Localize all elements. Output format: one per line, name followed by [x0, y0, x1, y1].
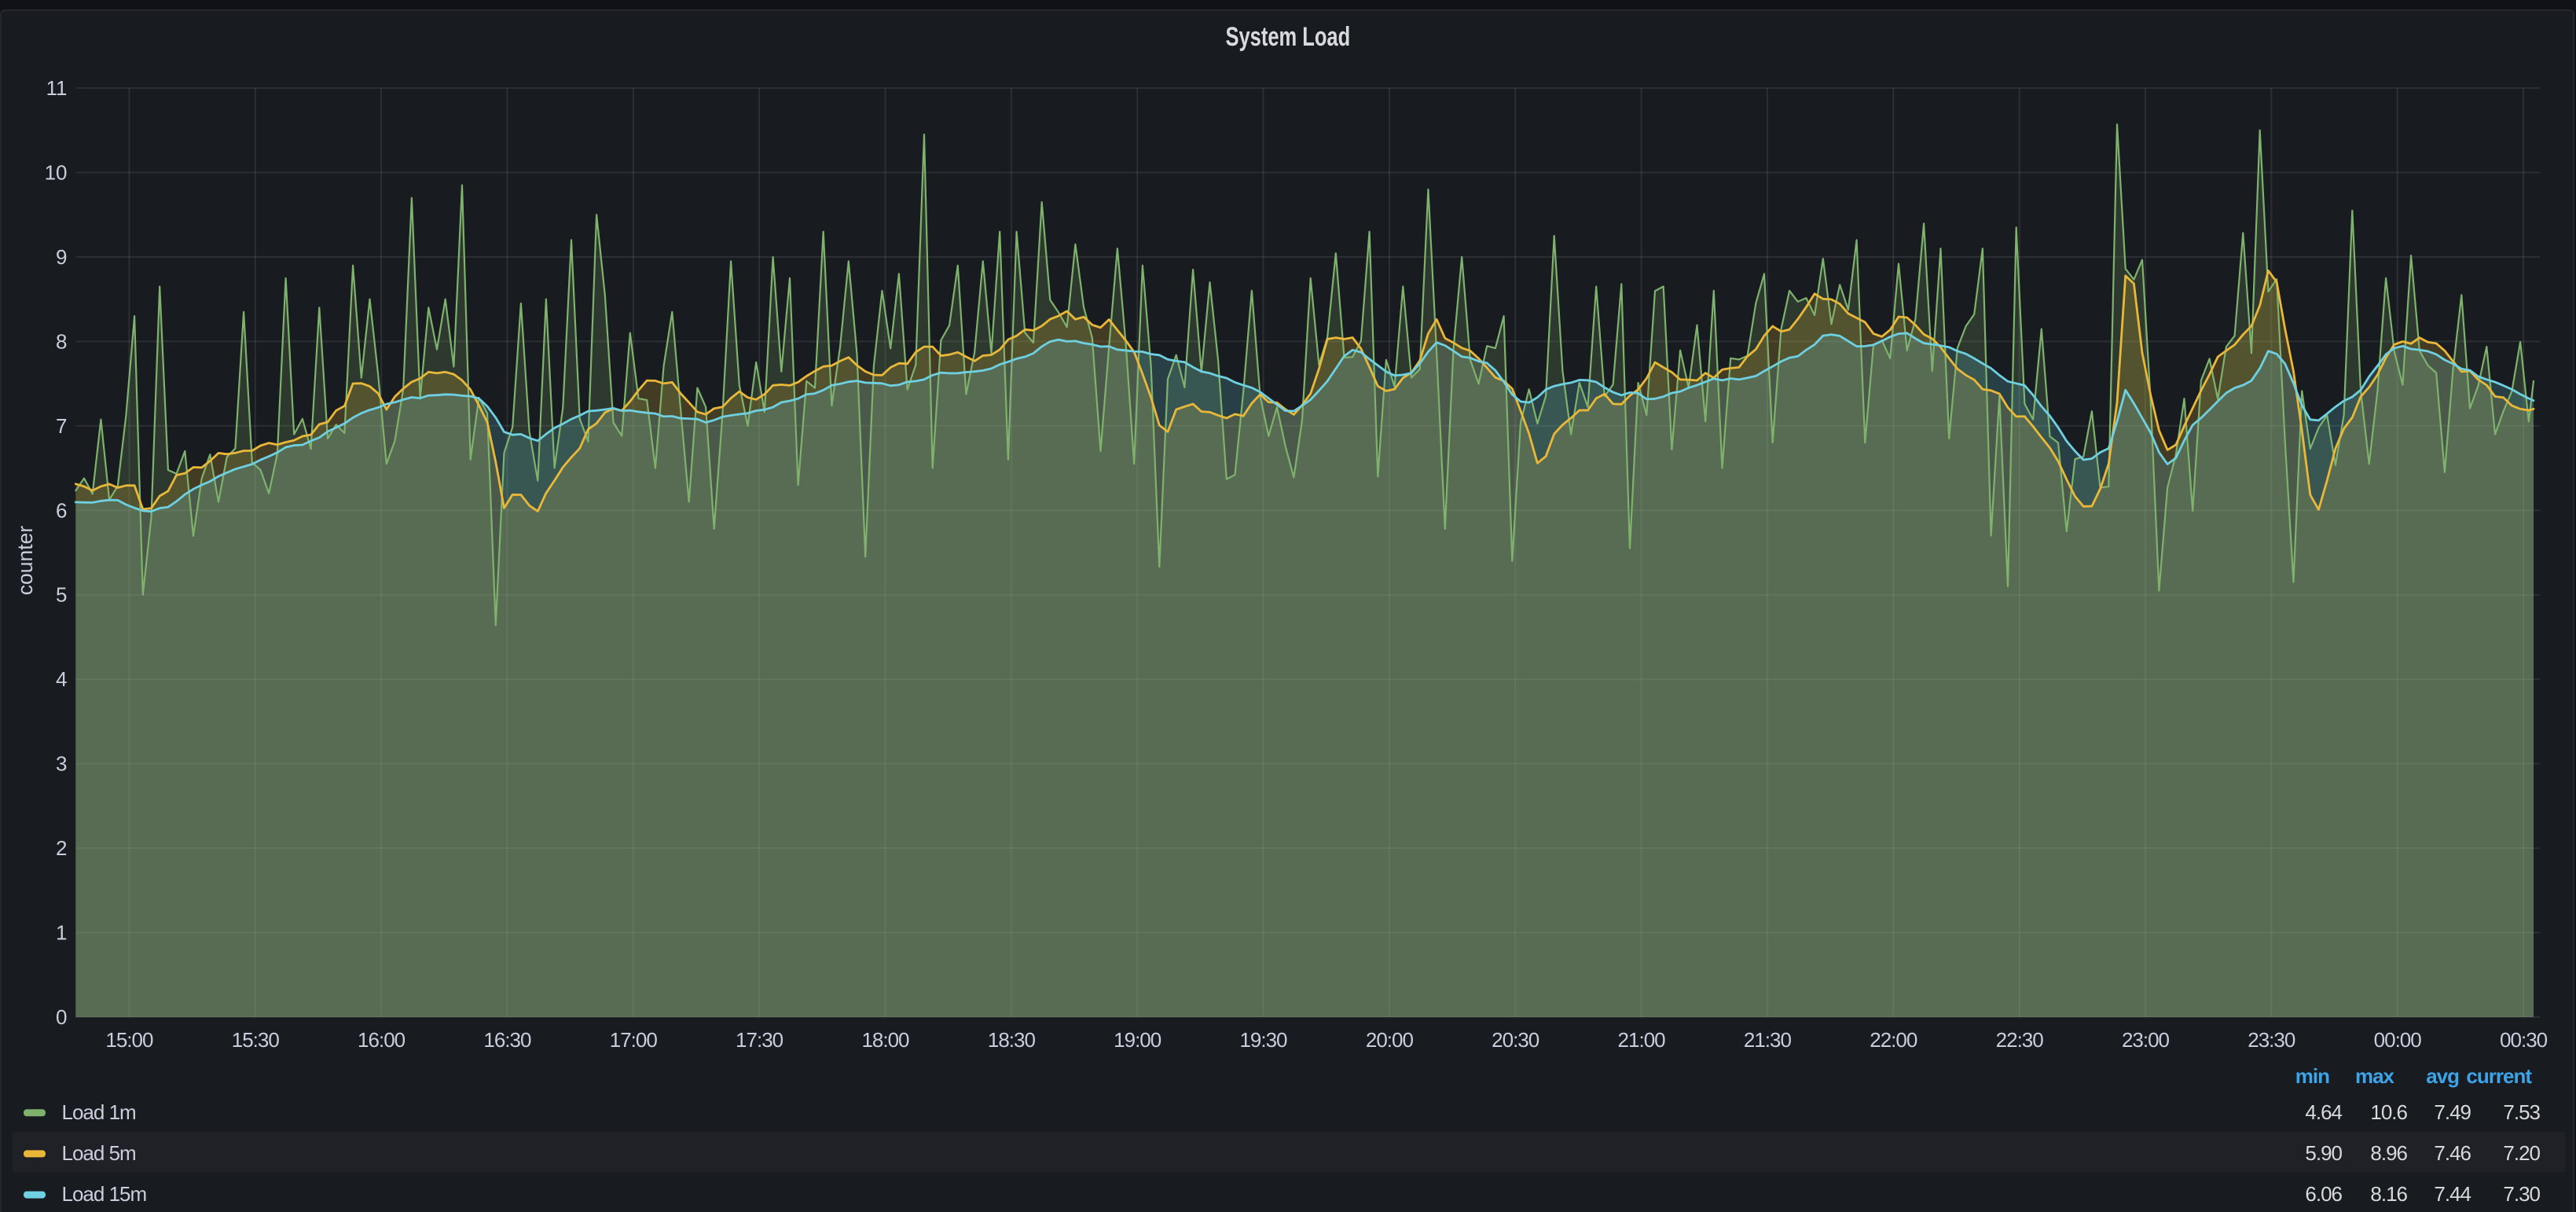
svg-text:min: min	[2295, 1064, 2329, 1088]
svg-text:00:00: 00:00	[2374, 1028, 2422, 1052]
svg-text:22:00: 22:00	[1870, 1028, 1917, 1052]
svg-text:max: max	[2355, 1064, 2395, 1088]
svg-text:0: 0	[56, 1005, 67, 1029]
svg-text:15:30: 15:30	[232, 1028, 280, 1052]
svg-text:23:30: 23:30	[2248, 1028, 2295, 1052]
svg-text:10.6: 10.6	[2370, 1100, 2407, 1124]
svg-text:6.06: 6.06	[2305, 1182, 2342, 1206]
svg-text:7.46: 7.46	[2434, 1141, 2471, 1165]
svg-text:7.44: 7.44	[2434, 1182, 2471, 1206]
svg-text:20:30: 20:30	[1492, 1028, 1539, 1052]
svg-text:7.30: 7.30	[2503, 1182, 2540, 1206]
svg-text:11: 11	[46, 76, 68, 100]
svg-text:3: 3	[56, 752, 67, 776]
svg-text:counter: counter	[13, 526, 37, 596]
svg-text:8: 8	[56, 329, 67, 353]
svg-text:21:00: 21:00	[1618, 1028, 1666, 1052]
svg-text:Load 5m: Load 5m	[62, 1141, 136, 1165]
svg-text:8.96: 8.96	[2370, 1141, 2407, 1165]
svg-text:7.49: 7.49	[2434, 1100, 2471, 1124]
svg-text:22:30: 22:30	[1996, 1028, 2044, 1052]
svg-text:19:00: 19:00	[1114, 1028, 1161, 1052]
svg-text:8.16: 8.16	[2370, 1182, 2407, 1206]
svg-text:4: 4	[56, 667, 67, 691]
svg-text:21:30: 21:30	[1744, 1028, 1792, 1052]
svg-text:avg: avg	[2426, 1064, 2459, 1088]
svg-text:Load 1m: Load 1m	[62, 1100, 136, 1124]
svg-text:5.90: 5.90	[2305, 1141, 2342, 1165]
svg-text:7: 7	[56, 414, 67, 438]
svg-text:18:30: 18:30	[988, 1028, 1036, 1052]
svg-text:15:00: 15:00	[105, 1028, 153, 1052]
svg-text:16:30: 16:30	[483, 1028, 531, 1052]
svg-text:19:30: 19:30	[1239, 1028, 1287, 1052]
svg-text:7.20: 7.20	[2503, 1141, 2540, 1165]
svg-text:9: 9	[56, 245, 67, 269]
svg-text:18:00: 18:00	[861, 1028, 909, 1052]
svg-text:1: 1	[56, 921, 67, 945]
svg-text:4.64: 4.64	[2305, 1100, 2342, 1124]
svg-text:10: 10	[45, 161, 68, 185]
svg-text:2: 2	[56, 836, 67, 860]
svg-text:16:00: 16:00	[358, 1028, 405, 1052]
svg-text:current: current	[2466, 1064, 2532, 1088]
svg-text:17:00: 17:00	[610, 1028, 658, 1052]
svg-text:5: 5	[56, 583, 67, 607]
svg-text:Load 15m: Load 15m	[62, 1182, 147, 1206]
svg-text:6: 6	[56, 498, 67, 522]
svg-text:7.53: 7.53	[2503, 1100, 2540, 1124]
svg-text:00:30: 00:30	[2500, 1028, 2548, 1052]
svg-text:20:00: 20:00	[1366, 1028, 1414, 1052]
svg-text:17:30: 17:30	[736, 1028, 783, 1052]
svg-text:23:00: 23:00	[2122, 1028, 2170, 1052]
